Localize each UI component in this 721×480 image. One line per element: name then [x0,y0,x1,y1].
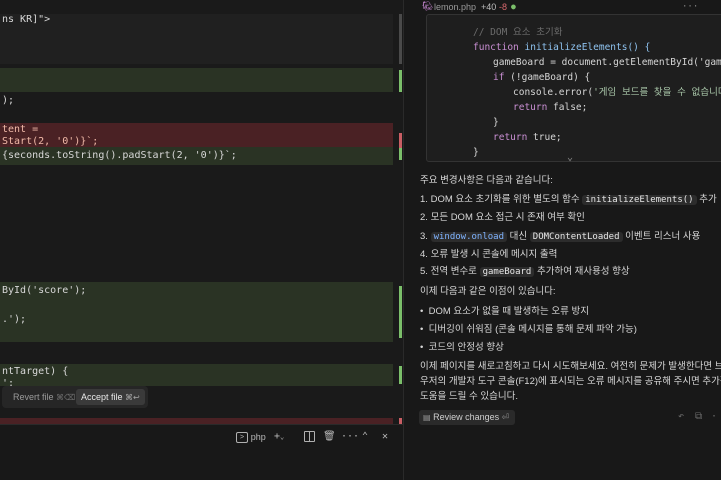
close-panel-button[interactable]: ✕ [382,431,388,443]
code-text: ); [2,95,15,106]
expand-chevron-icon[interactable]: ⌄ [567,152,573,163]
additions-count: +40 [481,2,497,12]
code-line: ns KR]"> [0,12,403,28]
closing-line: 이제 페이지를 새로고침하고 다시 시도해보세요. 여전히 문제가 발생한다면 … [420,361,721,372]
code-line: gameBoard = document.getElementById('gam… [493,57,721,68]
code-link[interactable]: window.onload [430,232,508,242]
file-name: lemon.php [434,2,477,12]
revert-shortcut: ⌘⌫ [56,393,76,402]
code-comment: // DOM 요소 초기화 [473,27,563,38]
benefit-item: • 디버깅이 쉬워짐 (콘솔 메시지를 통해 문제 파악 가능) [420,324,637,335]
changes-intro: 주요 변경사항은 다음과 같습니다: [420,175,553,186]
file-diff-header[interactable]: 🐘︎ lemon.php +40 -8 ● ··· [404,0,721,14]
code-line: ById('score'); [0,283,403,299]
code-preview-card: // DOM 요소 초기화 function initializeElement… [426,14,721,162]
revert-file-label: Revert file [13,392,54,402]
code-line: } [473,147,479,158]
code-line: .'); [0,312,403,328]
terminal-panel: > php +⌄ 🗑︎ ··· ⌃ ✕ [0,424,403,480]
more-icon[interactable]: · [711,411,717,422]
diff-action-bar: Revert file ⌘⌫ Accept file ⌘↩ [2,386,148,408]
code-text: .'); [2,314,27,325]
change-item-5: 5. 전역 변수로 gameBoard 추가하여 재사용성 향상 [420,266,630,277]
terminal-icon: > [236,431,248,443]
maximize-panel-button[interactable]: ⌃ [362,431,368,443]
change-item-1: 1. DOM 요소 초기화를 위한 별도의 함수 initializeEleme… [420,194,717,205]
undo-icon[interactable]: ↶ [678,411,684,422]
status-dot-icon: ● [511,2,516,11]
copy-icon[interactable]: ⧉ [695,411,702,422]
code-text: Start(2, '0')}`; [2,136,99,147]
closing-line: 우저의 개발자 도구 콘솔(F12)에 표시되는 오류 메시지를 공유해 주시면… [420,376,721,387]
close-icon: ✕ [382,431,389,442]
trash-icon: 🗑︎ [323,431,336,442]
benefits-intro: 이제 다음과 같은 이점이 있습니다: [420,286,556,297]
terminal-shell-selector[interactable]: > php [236,431,266,444]
code-line: ); [0,93,403,109]
more-options-icon[interactable]: ··· [682,0,698,14]
code-text: {seconds.toString().padStart(2, '0')}`; [2,150,237,161]
gutter-added-marker [399,70,402,92]
revert-file-button[interactable]: Revert file ⌘⌫ [8,389,80,405]
split-terminal-button[interactable] [304,431,315,446]
benefit-item: • DOM 요소가 없을 때 발생하는 오류 방지 [420,306,589,317]
code-line: function initializeElements() { [473,42,651,53]
code-line: if (!gameBoard) { [493,72,591,83]
fn-name: initializeElements() { [524,42,651,53]
shell-label: php [250,432,266,442]
accept-file-button[interactable]: Accept file ⌘↩ [76,389,145,405]
php-file-icon: 🐘︎ [422,2,434,12]
review-shortcut: ⏎ [501,412,510,422]
split-icon [304,431,315,442]
benefit-item: • 코드의 안정성 향상 [420,342,504,353]
review-icon: ▤ [423,413,431,422]
diff-added-band [0,68,393,92]
change-item-3: 3. window.onload 대신 DOMContentLoaded 이벤트… [420,231,701,242]
delete-terminal-button[interactable]: 🗑︎ [323,431,336,443]
code-line: return true; [493,132,562,143]
change-item-4: 4. 오류 발생 시 콘솔에 메시지 출력 [420,249,558,260]
code-line: } [493,117,499,128]
accept-file-label: Accept file [81,392,123,402]
code-line: {seconds.toString().padStart(2, '0')}`; [0,148,403,164]
code-editor[interactable]: ns KR]"> ); tent = Start(2, '0')}`; {sec… [0,0,403,480]
add-terminal-button[interactable]: +⌄ [274,431,284,443]
code-line: console.error('게임 보드를 찾을 수 없습니다.' [513,87,721,98]
code-line: return false; [513,102,588,113]
closing-line: 도움을 드릴 수 있습니다. [420,391,518,402]
chevron-up-icon: ⌃ [362,431,369,442]
change-item-2: 2. 모든 DOM 요소 접근 시 존재 여부 확인 [420,212,585,223]
chevron-down-icon: ⌄ [280,433,285,441]
review-changes-button[interactable]: ▤ Review changes ⏎ [419,410,516,425]
ellipsis-icon: ··· [341,431,360,442]
review-changes-label: Review changes [433,412,500,422]
code-text: ns KR]"> [2,14,51,25]
more-actions-button[interactable]: ··· [341,431,359,443]
ai-chat-panel: 🐘︎ lemon.php +40 -8 ● ··· // DOM 요소 초기화 … [403,0,721,480]
deletions-count: -8 [499,2,508,12]
code-text: ById('score'); [2,285,87,296]
accept-shortcut: ⌘↩ [125,393,140,402]
